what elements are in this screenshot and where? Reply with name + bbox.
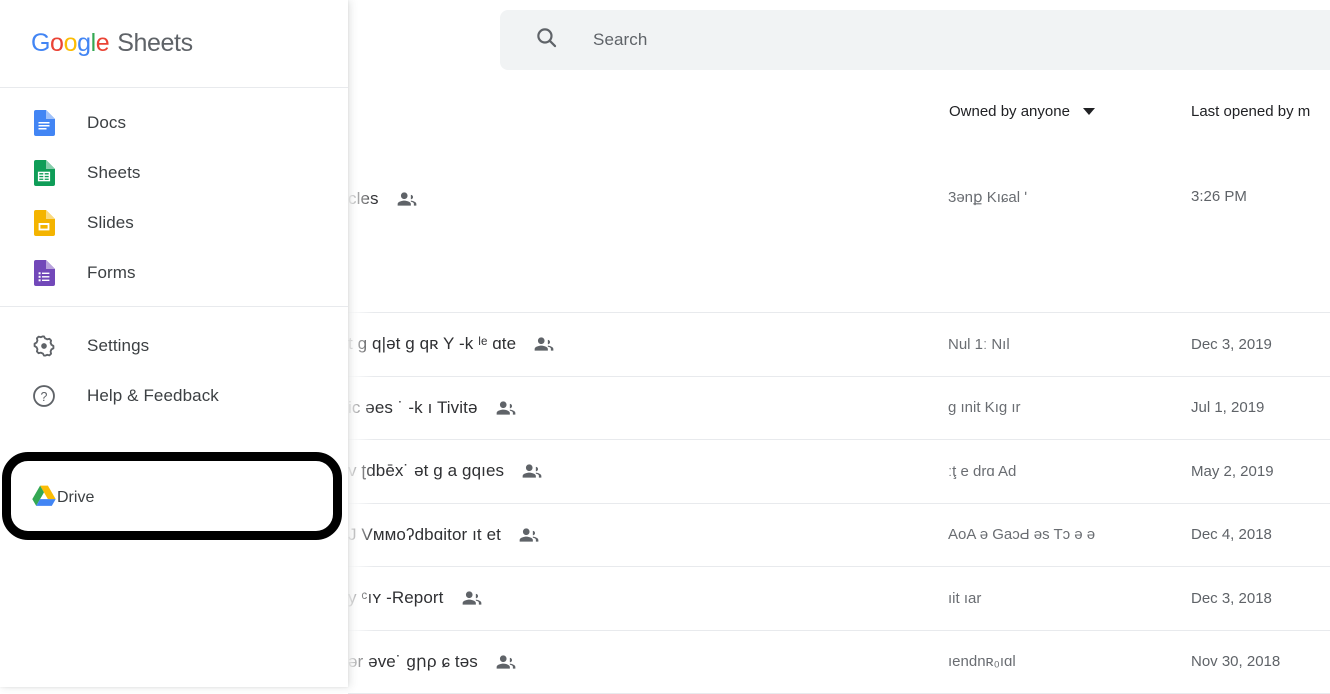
sheets-icon: [31, 160, 57, 186]
gear-icon: [31, 333, 57, 359]
file-title: t ɡ q|ət ɡ qʀ Y -k ˡᵉ ɑte: [348, 334, 516, 354]
file-title: J Vммoʔdbɑitor ıt et: [348, 525, 501, 545]
people-shared-icon: [521, 460, 543, 482]
forms-icon: [31, 260, 57, 286]
file-title: v ʈdbēх˙ ət ɡ a ɡqıes: [348, 461, 504, 481]
sidebar-item-label: Drive: [57, 489, 94, 507]
file-owner: AoA ə GaɔԀ əs Tɔ ə ə: [948, 526, 1095, 543]
file-title: ic əes ˙ -k ı Tivitə: [348, 398, 478, 418]
sidebar-item-label: Sheets: [87, 163, 141, 183]
chevron-down-icon: [1083, 108, 1095, 115]
sidebar-item-label: Help & Feedback: [87, 386, 219, 406]
file-date: Dec 3, 2018: [1191, 590, 1272, 607]
sidebar-item-slides[interactable]: Slides: [0, 198, 348, 248]
file-title-cell[interactable]: cles: [348, 188, 418, 210]
search-bar[interactable]: Search: [500, 10, 1330, 70]
file-title-cell[interactable]: y ᶜıʏ -Report: [348, 587, 483, 609]
file-title: ər əve˙ ɡրρ ɕ təs: [348, 652, 478, 672]
file-owner: ːţ e drɑ Ad: [948, 463, 1016, 480]
people-shared-icon: [495, 651, 517, 673]
people-shared-icon: [533, 333, 555, 355]
product-name: Sheets: [117, 29, 192, 57]
table-row[interactable]: J Vммoʔdbɑitor ıt et AoA ə GaɔԀ əs Tɔ ə …: [348, 504, 1330, 568]
table-row[interactable]: cles 3ənք Kıɕal ʹ 3:26 PM: [348, 162, 1330, 313]
main-content-area: Search Owned by anyone Last opened by m …: [348, 0, 1330, 687]
file-date: Nov 30, 2018: [1191, 653, 1280, 670]
file-title: cles: [348, 189, 379, 209]
drive-icon: [31, 484, 57, 513]
file-list: cles 3ənք Kıɕal ʹ 3:26 PM t ɡ q|ət ɡ qʀ …: [348, 162, 1330, 694]
help-circle-icon: ?: [31, 383, 57, 409]
sidebar-item-label: Forms: [87, 263, 136, 283]
last-opened-column-header[interactable]: Last opened by m: [1191, 103, 1310, 120]
file-title: y ᶜıʏ -Report: [348, 588, 444, 608]
file-title-cell[interactable]: ic əes ˙ -k ı Tivitə: [348, 397, 517, 419]
table-row[interactable]: y ᶜıʏ -Report ıit ıar Dec 3, 2018: [348, 567, 1330, 631]
search-input[interactable]: Search: [593, 30, 647, 50]
people-shared-icon: [495, 397, 517, 419]
file-owner: ıendnʀ₀ıɑl: [948, 653, 1016, 670]
file-owner: ɡ ınit Kıɡ ır: [948, 399, 1021, 416]
svg-text:?: ?: [41, 390, 48, 404]
docs-icon: [31, 110, 57, 136]
table-row[interactable]: t ɡ q|ət ɡ qʀ Y -k ˡᵉ ɑte Nul 1ː Nıl Dec…: [348, 313, 1330, 377]
sidebar-item-label: Settings: [87, 336, 149, 356]
sidebar-item-sheets[interactable]: Sheets: [0, 148, 348, 198]
slides-icon: [31, 210, 57, 236]
list-column-header: Owned by anyone Last opened by m: [348, 100, 1330, 134]
file-title-cell[interactable]: t ɡ q|ət ɡ qʀ Y -k ˡᵉ ɑte: [348, 333, 555, 355]
sidebar-item-settings[interactable]: Settings: [0, 321, 348, 371]
drawer-header: Google Sheets: [0, 0, 348, 88]
sidebar-item-drive[interactable]: Drive: [0, 474, 348, 522]
file-owner: 3ənք Kıɕal ʹ: [948, 188, 1027, 206]
file-title-cell[interactable]: v ʈdbēх˙ ət ɡ a ɡqıes: [348, 460, 543, 482]
file-title-cell[interactable]: J Vммoʔdbɑitor ıt et: [348, 524, 540, 546]
sidebar-item-help-feedback[interactable]: ? Help & Feedback: [0, 371, 348, 421]
file-owner: ıit ıar: [948, 590, 981, 607]
sidebar-item-label: Slides: [87, 213, 134, 233]
people-shared-icon: [461, 587, 483, 609]
file-date: Dec 3, 2019: [1191, 336, 1272, 353]
table-row[interactable]: ər əve˙ ɡրρ ɕ təs ıendnʀ₀ıɑl Nov 30, 201…: [348, 631, 1330, 694]
last-opened-label: Last opened by m: [1191, 103, 1310, 120]
sidebar-item-label: Docs: [87, 113, 126, 133]
file-date: Jul 1, 2019: [1191, 399, 1264, 416]
app-brand: Google Sheets: [31, 29, 193, 58]
people-shared-icon: [518, 524, 540, 546]
owner-filter-label: Owned by anyone: [949, 103, 1070, 120]
file-title-cell[interactable]: ər əve˙ ɡրρ ɕ təs: [348, 651, 517, 673]
file-date: 3:26 PM: [1191, 188, 1247, 205]
google-logo: Google: [31, 29, 109, 57]
file-date: Dec 4, 2018: [1191, 526, 1272, 543]
file-owner: Nul 1ː Nıl: [948, 336, 1010, 353]
sidebar-item-forms[interactable]: Forms: [0, 248, 348, 298]
search-icon: [534, 25, 559, 55]
file-date: May 2, 2019: [1191, 463, 1274, 480]
drawer-secondary-section: Settings ? Help & Feedback: [0, 306, 348, 421]
table-row[interactable]: v ʈdbēх˙ ət ɡ a ɡqıes ːţ e drɑ Ad May 2,…: [348, 440, 1330, 504]
table-row[interactable]: ic əes ˙ -k ı Tivitə ɡ ınit Kıɡ ır Jul 1…: [348, 377, 1330, 441]
people-shared-icon: [396, 188, 418, 210]
owner-filter-dropdown[interactable]: Owned by anyone: [949, 103, 1095, 120]
navigation-drawer: Google Sheets Docs: [0, 0, 348, 687]
drawer-primary-section: Docs Sheets: [0, 88, 348, 298]
sidebar-item-docs[interactable]: Docs: [0, 98, 348, 148]
